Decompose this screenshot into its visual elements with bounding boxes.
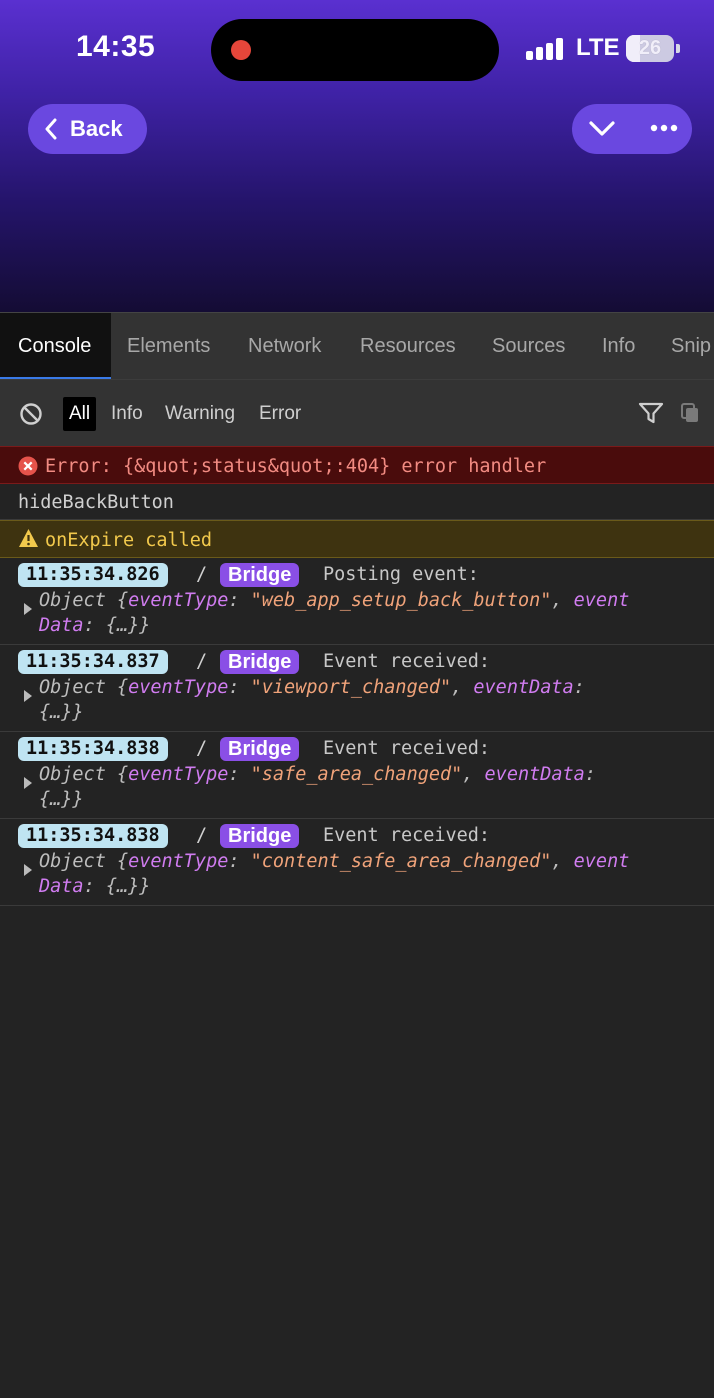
recording-indicator-icon xyxy=(231,40,251,60)
log-entry[interactable]: 11:35:34.838 / Bridge Event received: Ob… xyxy=(0,732,714,819)
status-time: 14:35 xyxy=(76,30,156,63)
log-error-row[interactable]: Error: {&quot;status&quot;:404} error ha… xyxy=(0,446,714,484)
copy-icon[interactable] xyxy=(680,402,700,424)
chevron-down-icon[interactable] xyxy=(588,117,616,141)
console-log: Error: {&quot;status&quot;:404} error ha… xyxy=(0,446,714,906)
log-object-preview: Object {eventType: "web_app_setup_back_b… xyxy=(39,590,630,636)
warning-icon xyxy=(19,529,38,547)
log-message: Event received: xyxy=(323,651,491,672)
tab-resources[interactable]: Resources xyxy=(360,313,456,379)
expand-triangle-icon[interactable] xyxy=(24,690,32,702)
clear-console-icon[interactable] xyxy=(19,402,43,426)
log-message: Event received: xyxy=(323,825,491,846)
log-object-preview: Object {eventType: "content_safe_area_ch… xyxy=(39,851,630,897)
separator: / xyxy=(196,564,208,585)
tab-network[interactable]: Network xyxy=(248,313,321,379)
log-timestamp: 11:35:34.826 xyxy=(18,563,168,587)
log-warning-row[interactable]: onExpire called xyxy=(0,520,714,558)
bridge-badge: Bridge xyxy=(220,824,300,848)
expand-triangle-icon[interactable] xyxy=(24,603,32,615)
log-message: Posting event: xyxy=(323,564,479,585)
log-object-preview: Object {eventType: "viewport_changed", e… xyxy=(39,677,585,723)
separator: / xyxy=(196,651,208,672)
more-icon[interactable] xyxy=(650,123,678,133)
log-timestamp: 11:35:34.837 xyxy=(18,650,168,674)
log-plain-row[interactable]: hideBackButton xyxy=(0,484,714,520)
back-label: Back xyxy=(70,116,123,141)
log-object-preview: Object {eventType: "safe_area_changed", … xyxy=(39,764,596,810)
bridge-badge: Bridge xyxy=(220,737,300,761)
chevron-left-icon xyxy=(45,118,57,140)
filter-info[interactable]: Info xyxy=(111,401,143,427)
signal-strength-icon xyxy=(526,38,564,60)
log-entry[interactable]: 11:35:34.838 / Bridge Event received: Ob… xyxy=(0,819,714,906)
expand-triangle-icon[interactable] xyxy=(24,864,32,876)
status-bar: 14:35 LTE 26 xyxy=(0,0,714,100)
console-filter-bar: All Info Warning Error xyxy=(0,379,714,446)
header-actions xyxy=(572,104,692,154)
log-entry[interactable]: 11:35:34.826 / Bridge Posting event: Obj… xyxy=(0,558,714,645)
dynamic-island xyxy=(211,19,499,81)
log-error-text: Error: {&quot;status&quot;:404} error ha… xyxy=(45,456,547,477)
tab-console[interactable]: Console xyxy=(0,313,111,379)
tab-sources[interactable]: Sources xyxy=(492,313,565,379)
tab-elements[interactable]: Elements xyxy=(127,313,210,379)
expand-triangle-icon[interactable] xyxy=(24,777,32,789)
log-message: Event received: xyxy=(323,738,491,759)
separator: / xyxy=(196,825,208,846)
battery-level: 26 xyxy=(638,37,662,59)
battery-nub xyxy=(676,44,680,53)
filter-icon[interactable] xyxy=(638,402,664,424)
tab-info[interactable]: Info xyxy=(602,313,635,379)
tab-snippets[interactable]: Snip xyxy=(671,313,711,379)
devtools-tab-bar: Console Elements Network Resources Sourc… xyxy=(0,312,714,379)
separator: / xyxy=(196,738,208,759)
filter-warning[interactable]: Warning xyxy=(165,401,235,427)
bridge-badge: Bridge xyxy=(220,650,300,674)
battery-icon: 26 xyxy=(626,35,674,62)
error-icon xyxy=(18,456,38,476)
webview-header: 14:35 LTE 26 Back xyxy=(0,0,714,312)
bridge-badge: Bridge xyxy=(220,563,300,587)
log-warning-text: onExpire called xyxy=(45,530,213,551)
network-type: LTE xyxy=(576,34,620,61)
log-plain-text: hideBackButton xyxy=(18,492,174,513)
filter-all[interactable]: All xyxy=(63,397,97,431)
log-entry[interactable]: 11:35:34.837 / Bridge Event received: Ob… xyxy=(0,645,714,732)
log-timestamp: 11:35:34.838 xyxy=(18,824,168,848)
log-timestamp: 11:35:34.838 xyxy=(18,737,168,761)
filter-error[interactable]: Error xyxy=(259,401,301,427)
back-button[interactable]: Back xyxy=(28,104,147,154)
